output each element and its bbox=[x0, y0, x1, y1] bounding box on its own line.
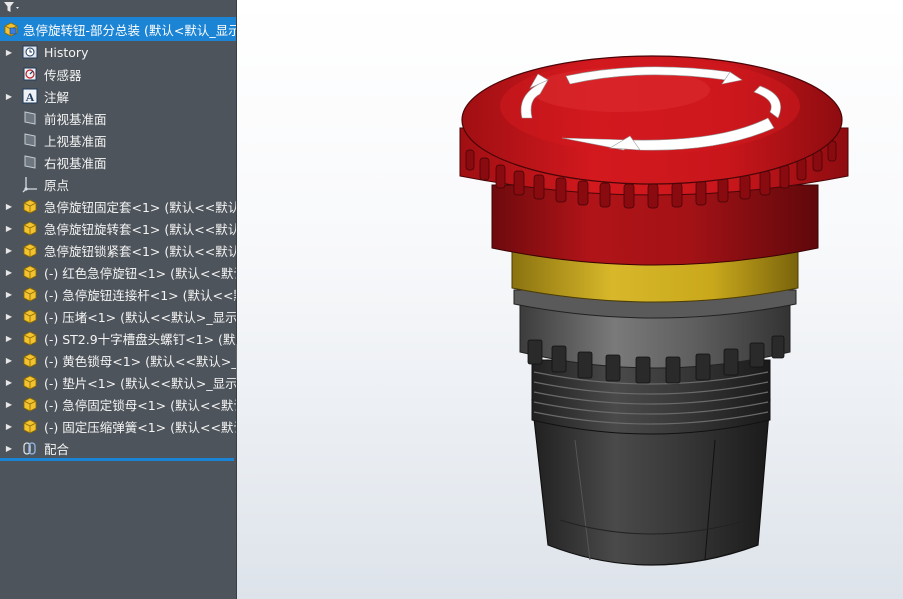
tree-item-label: 前视基准面 bbox=[44, 111, 107, 127]
part-icon bbox=[23, 199, 37, 214]
tree-root-assembly[interactable]: 急停旋转钮-部分总装 (默认<默认_显示状态-1>) bbox=[0, 17, 236, 41]
expand-arrow-icon[interactable]: ▶ bbox=[2, 312, 16, 321]
part-icon bbox=[23, 375, 37, 390]
expand-arrow-icon[interactable]: ▶ bbox=[2, 356, 16, 365]
tree-root-label: 急停旋转钮-部分总装 (默认<默认_显示状态-1>) bbox=[23, 22, 236, 38]
tree-item[interactable]: ▶ 配合 bbox=[0, 437, 236, 459]
tree-item[interactable]: 前视基准面 bbox=[0, 107, 236, 129]
expand-arrow-icon[interactable]: ▶ bbox=[2, 290, 16, 299]
expand-arrow-icon[interactable]: ▶ bbox=[2, 246, 16, 255]
part-icon bbox=[23, 221, 37, 236]
tree-item[interactable]: 右视基准面 bbox=[0, 151, 236, 173]
feature-manager-tree: 急停旋转钮-部分总装 (默认<默认_显示状态-1>) ▶ History 传感器 ▶ A… bbox=[0, 0, 237, 599]
sensor-icon bbox=[23, 67, 37, 81]
annotation-icon: A bbox=[22, 88, 38, 104]
tree-item[interactable]: ▶ 急停旋钮锁紧套<1> (默认<<默认>_显示状态 1>) bbox=[0, 239, 236, 261]
tree-item[interactable]: 上视基准面 bbox=[0, 129, 236, 151]
tree-item[interactable]: 原点 bbox=[0, 173, 236, 195]
expand-arrow-icon[interactable]: ▶ bbox=[2, 444, 16, 453]
tree-item[interactable]: ▶ (-) ST2.9十字槽盘头螺钉<1> (默认<<默认>_显示状态 1>) bbox=[0, 327, 236, 349]
expand-arrow-icon[interactable]: ▶ bbox=[2, 400, 16, 409]
tree-item[interactable]: ▶ A 注解 bbox=[0, 85, 236, 107]
expand-arrow-icon[interactable]: ▶ bbox=[2, 422, 16, 431]
history-icon bbox=[22, 45, 38, 59]
tree-item[interactable]: ▶ (-) 压堵<1> (默认<<默认>_显示状态 1>) bbox=[0, 305, 236, 327]
expand-arrow-icon[interactable]: ▶ bbox=[2, 268, 16, 277]
tree-item-label: 右视基准面 bbox=[44, 155, 107, 171]
part-icon bbox=[23, 243, 37, 258]
expand-arrow-icon[interactable]: ▶ bbox=[2, 92, 16, 101]
tree-item-label: (-) ST2.9十字槽盘头螺钉<1> (默认<<默认>_显示状态 1>) bbox=[44, 331, 236, 347]
tree-item-label: (-) 急停固定锁母<1> (默认<<默认>_显示状态 1>) bbox=[44, 397, 236, 413]
tree-item-label: History bbox=[44, 44, 89, 60]
tree-item[interactable]: ▶ (-) 垫片<1> (默认<<默认>_显示状态 1>) bbox=[0, 371, 236, 393]
tree-item-label: 注解 bbox=[44, 89, 70, 105]
tree-item[interactable]: ▶ (-) 黄色锁母<1> (默认<<默认>_显示状态 1>) bbox=[0, 349, 236, 371]
tree-item-label: 急停旋钮锁紧套<1> (默认<<默认>_显示状态 1>) bbox=[44, 243, 236, 259]
tree-item-label: 配合 bbox=[44, 441, 70, 457]
assembly-icon bbox=[4, 22, 18, 37]
tree-item-label: (-) 红色急停旋钮<1> (默认<<默认>_显示状态 1>) bbox=[44, 265, 236, 281]
expand-arrow-icon[interactable]: ▶ bbox=[2, 48, 16, 57]
part-icon bbox=[23, 309, 37, 324]
tree-filter-bar bbox=[0, 0, 236, 16]
tree-item-label: 急停旋钮固定套<1> (默认<<默认>_显示状态 1>) bbox=[44, 199, 236, 215]
tree-item[interactable]: ▶ 急停旋钮旋转套<1> (默认<<默认>_显示状态 1>) bbox=[0, 217, 236, 239]
origin-icon bbox=[22, 177, 37, 193]
tree-end-marker bbox=[0, 458, 234, 461]
tree-item[interactable]: ▶ (-) 急停旋钮连接杆<1> (默认<<默认>_显示状态 1>) bbox=[0, 283, 236, 305]
mates-icon bbox=[23, 442, 36, 455]
part-icon bbox=[23, 287, 37, 302]
plane-icon bbox=[24, 133, 36, 147]
tree-item-label: 上视基准面 bbox=[44, 133, 107, 149]
expand-arrow-icon[interactable]: ▶ bbox=[2, 202, 16, 211]
plane-icon bbox=[24, 111, 36, 125]
tree-item-label: (-) 压堵<1> (默认<<默认>_显示状态 1>) bbox=[44, 309, 236, 325]
tree-item[interactable]: ▶ History bbox=[0, 41, 236, 63]
tree-item-label: (-) 急停旋钮连接杆<1> (默认<<默认>_显示状态 1>) bbox=[44, 287, 236, 303]
graphics-area[interactable] bbox=[237, 0, 903, 599]
filter-icon[interactable] bbox=[3, 1, 23, 18]
tree-item-label: (-) 垫片<1> (默认<<默认>_显示状态 1>) bbox=[44, 375, 236, 391]
tree-item-label: 原点 bbox=[44, 177, 70, 193]
part-icon bbox=[23, 419, 37, 434]
part-icon bbox=[23, 397, 37, 412]
tree-item[interactable]: ▶ (-) 固定压缩弹簧<1> (默认<<默认>_显示状态 1>) bbox=[0, 415, 236, 437]
expand-arrow-icon[interactable]: ▶ bbox=[2, 378, 16, 387]
expand-arrow-icon[interactable]: ▶ bbox=[2, 334, 16, 343]
emergency-stop-button-model bbox=[459, 55, 849, 566]
tree-item[interactable]: ▶ (-) 急停固定锁母<1> (默认<<默认>_显示状态 1>) bbox=[0, 393, 236, 415]
plane-icon bbox=[24, 155, 36, 169]
svg-text:A: A bbox=[26, 90, 35, 104]
tree-item[interactable]: ▶ 急停旋钮固定套<1> (默认<<默认>_显示状态 1>) bbox=[0, 195, 236, 217]
expand-arrow-icon[interactable]: ▶ bbox=[2, 224, 16, 233]
part-icon bbox=[23, 265, 37, 280]
tree-item[interactable]: 传感器 bbox=[0, 63, 236, 85]
tree-item-label: (-) 黄色锁母<1> (默认<<默认>_显示状态 1>) bbox=[44, 353, 236, 369]
part-icon bbox=[23, 331, 37, 346]
tree-item-label: 传感器 bbox=[44, 67, 82, 83]
part-icon bbox=[23, 353, 37, 368]
tree-item-label: (-) 固定压缩弹簧<1> (默认<<默认>_显示状态 1>) bbox=[44, 419, 236, 435]
tree-item[interactable]: ▶ (-) 红色急停旋钮<1> (默认<<默认>_显示状态 1>) bbox=[0, 261, 236, 283]
tree-item-label: 急停旋钮旋转套<1> (默认<<默认>_显示状态 1>) bbox=[44, 221, 236, 237]
